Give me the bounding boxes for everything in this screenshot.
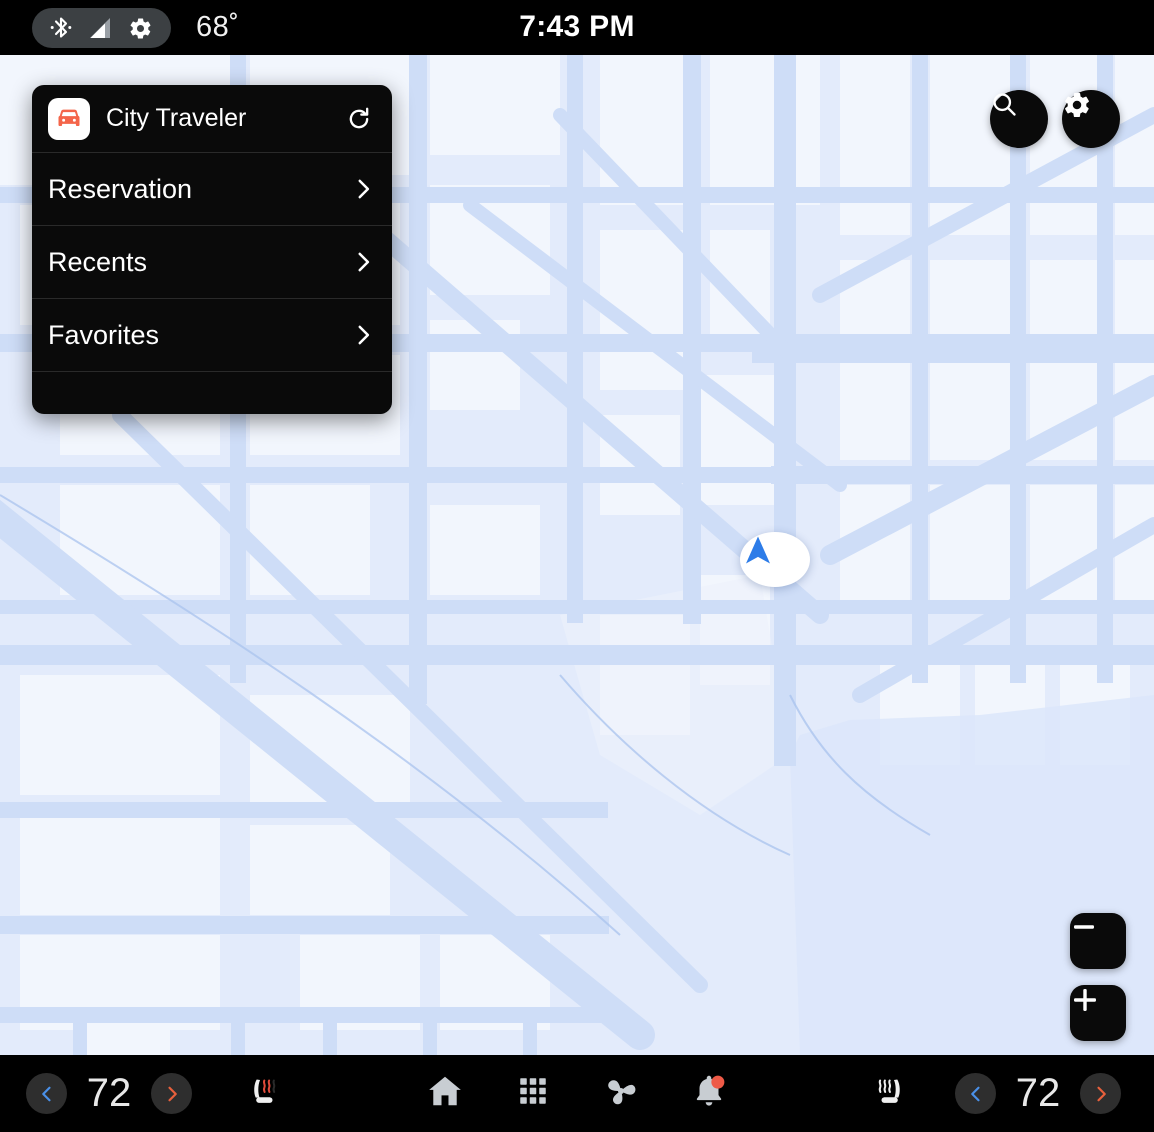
chevron-right-icon (350, 176, 376, 202)
chevron-right-icon (350, 249, 376, 275)
location-puck (740, 532, 810, 587)
menu-item-recents[interactable]: Recents (32, 226, 392, 299)
infotainment-screen: 68˚ 7:43 PM (0, 0, 1154, 1132)
map-zoom-in-button[interactable] (1070, 985, 1126, 1041)
ventilated-seat-icon (872, 1070, 914, 1117)
chevron-right-icon (162, 1084, 182, 1104)
heated-seat-icon (240, 1070, 282, 1117)
menu-item-reservation[interactable]: Reservation (32, 153, 392, 226)
menu-item-label: Reservation (48, 174, 350, 205)
chevron-left-icon (966, 1084, 986, 1104)
passenger-seat-button[interactable] (866, 1055, 920, 1132)
map-zoom-out-button[interactable] (1070, 913, 1126, 969)
app-title: City Traveler (106, 104, 342, 133)
nav-climate-button[interactable] (594, 1055, 648, 1132)
chevron-right-icon (1091, 1084, 1111, 1104)
refresh-icon[interactable] (342, 102, 376, 136)
home-icon (426, 1072, 464, 1115)
car-front-icon (48, 98, 90, 140)
clock: 7:43 PM (0, 10, 1154, 44)
driver-temp-value: 72 (67, 1071, 151, 1116)
nav-apps-button[interactable] (506, 1055, 560, 1132)
app-panel-header: City Traveler (32, 85, 392, 153)
app-panel: City Traveler Reservation Recents (32, 85, 392, 414)
menu-item-label: Favorites (48, 320, 350, 351)
bottom-control-bar: 72 (0, 1055, 1154, 1132)
passenger-climate-control: 72 (955, 1055, 1121, 1132)
driver-heated-seat-button[interactable] (234, 1055, 288, 1132)
passenger-temp-decrease-button[interactable] (955, 1073, 996, 1114)
notification-badge (711, 1076, 724, 1089)
chevron-right-icon (350, 322, 376, 348)
nav-notifications-button[interactable] (682, 1055, 736, 1132)
nav-home-button[interactable] (418, 1055, 472, 1132)
map-settings-button[interactable] (1062, 90, 1120, 148)
driver-temp-increase-button[interactable] (151, 1073, 192, 1114)
driver-temp-decrease-button[interactable] (26, 1073, 67, 1114)
passenger-temp-increase-button[interactable] (1080, 1073, 1121, 1114)
chevron-left-icon (37, 1084, 57, 1104)
driver-climate-control: 72 (26, 1055, 192, 1132)
map-search-button[interactable] (990, 90, 1048, 148)
apps-grid-icon (516, 1074, 550, 1113)
status-bar: 68˚ 7:43 PM (0, 0, 1154, 55)
menu-item-favorites[interactable]: Favorites (32, 299, 392, 372)
passenger-temp-value: 72 (996, 1071, 1080, 1116)
fan-climate-icon (602, 1072, 640, 1115)
menu-item-label: Recents (48, 247, 350, 278)
app-panel-footer-spacer (32, 372, 392, 414)
notification-bell-icon (690, 1072, 728, 1115)
